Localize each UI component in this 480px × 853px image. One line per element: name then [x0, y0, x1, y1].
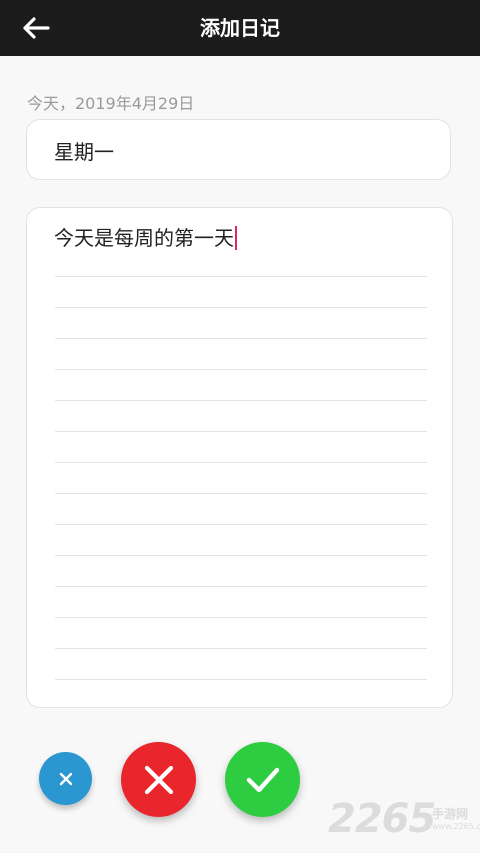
- app-header: 添加日记: [0, 0, 480, 56]
- date-label: 今天，2019年4月29日: [27, 94, 195, 113]
- title-input-value: 星期一: [54, 140, 114, 164]
- back-button[interactable]: [14, 8, 58, 48]
- watermark-site: 手游网: [432, 807, 469, 821]
- ruled-lines: [55, 246, 427, 686]
- content-field[interactable]: 今天是每周的第一天: [26, 207, 453, 708]
- content-input-value: 今天是每周的第一天: [54, 226, 234, 250]
- title-field[interactable]: 星期一: [26, 119, 451, 180]
- watermark-url: www.2265.com: [432, 822, 480, 831]
- page-title: 添加日记: [200, 16, 280, 40]
- cancel-button[interactable]: [121, 742, 196, 817]
- text-caret: [235, 226, 237, 250]
- check-icon: [246, 767, 279, 792]
- close-icon: [144, 765, 173, 794]
- arrow-left-icon: [23, 17, 50, 39]
- close-icon: [59, 772, 72, 785]
- content-input-line: 今天是每周的第一天: [54, 222, 237, 251]
- small-close-button[interactable]: [39, 752, 92, 805]
- watermark-number: 2265: [328, 796, 436, 842]
- confirm-button[interactable]: [225, 742, 300, 817]
- watermark: 2265 手游网 www.2265.com: [328, 796, 480, 848]
